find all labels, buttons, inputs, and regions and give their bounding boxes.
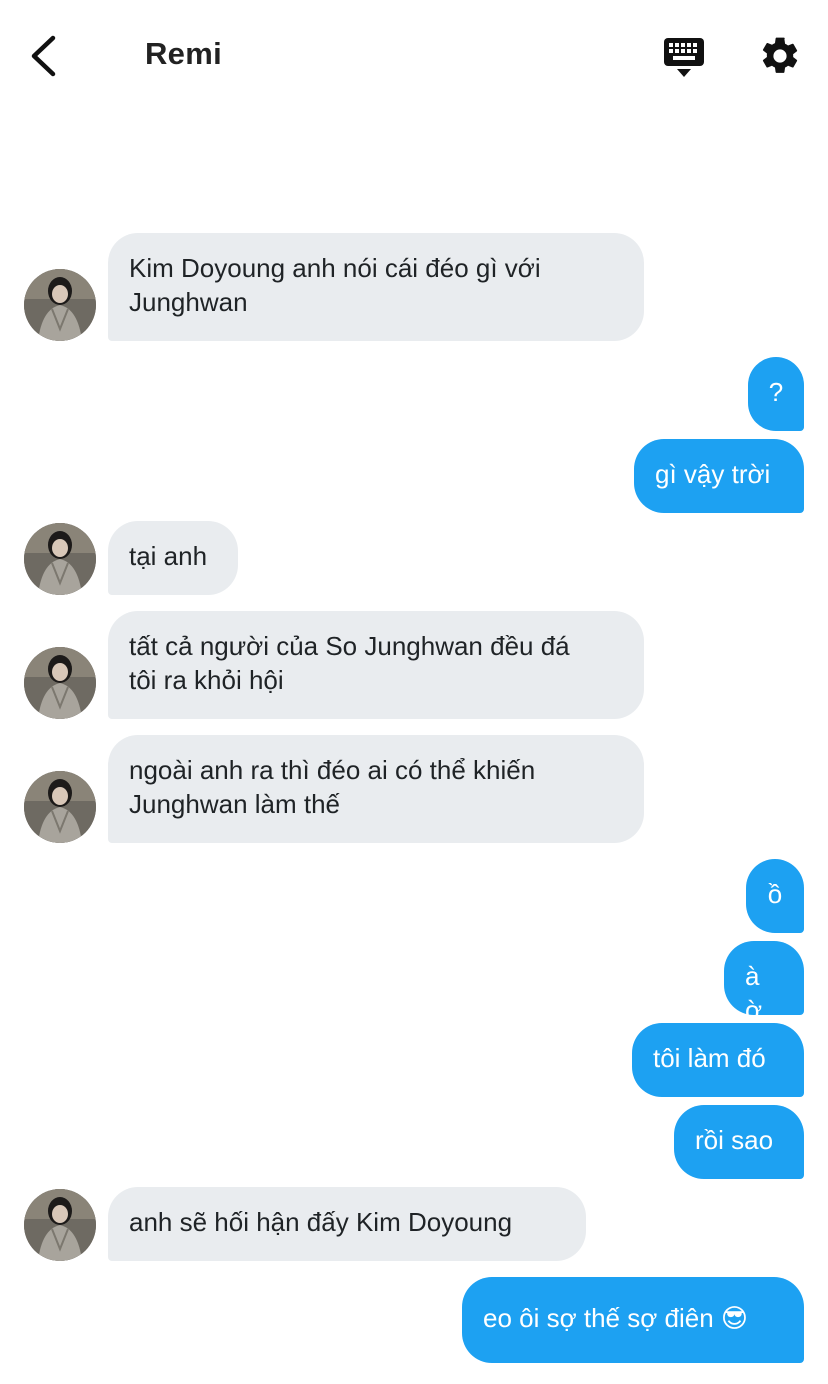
message-bubble-incoming[interactable]: ngoài anh ra thì đéo ai có thể khiến Jun…: [108, 735, 644, 843]
conversation-title: Remi: [145, 36, 223, 71]
avatar[interactable]: [24, 269, 96, 341]
back-button[interactable]: [22, 30, 66, 82]
settings-button[interactable]: [758, 34, 802, 78]
chat-header: Remi: [0, 0, 828, 112]
message-bubble-outgoing[interactable]: eo ôi sợ thế sợ điên 😎: [462, 1277, 804, 1363]
chevron-left-icon: [31, 35, 56, 77]
profile-photo: [24, 523, 96, 595]
message-bubble-incoming[interactable]: tất cả người của So Junghwan đều đá tôi …: [108, 611, 644, 719]
message-bubble-outgoing[interactable]: tôi làm đó: [632, 1023, 804, 1097]
avatar[interactable]: [24, 647, 96, 719]
keyboard-icon: [664, 38, 704, 77]
message-bubble-outgoing[interactable]: ?: [748, 357, 804, 431]
avatar[interactable]: [24, 523, 96, 595]
message-bubble-incoming[interactable]: Kim Doyoung anh nói cái đéo gì với Jungh…: [108, 233, 644, 341]
avatar[interactable]: [24, 1189, 96, 1261]
message-bubble-outgoing[interactable]: ồ: [746, 859, 804, 933]
gear-icon: [762, 37, 798, 73]
keyboard-button[interactable]: [660, 36, 708, 80]
message-bubble-outgoing[interactable]: gì vậy trời: [634, 439, 804, 513]
profile-photo: [24, 647, 96, 719]
message-bubble-outgoing[interactable]: à ờ: [724, 941, 804, 1025]
profile-photo: [24, 269, 96, 341]
message-bubble-incoming[interactable]: tại anh: [108, 521, 238, 595]
avatar[interactable]: [24, 771, 96, 843]
message-bubble-outgoing[interactable]: rồi sao: [674, 1105, 804, 1179]
profile-photo: [24, 771, 96, 843]
profile-photo: [24, 1189, 96, 1261]
message-bubble-incoming[interactable]: anh sẽ hối hận đấy Kim Doyoung: [108, 1187, 586, 1261]
